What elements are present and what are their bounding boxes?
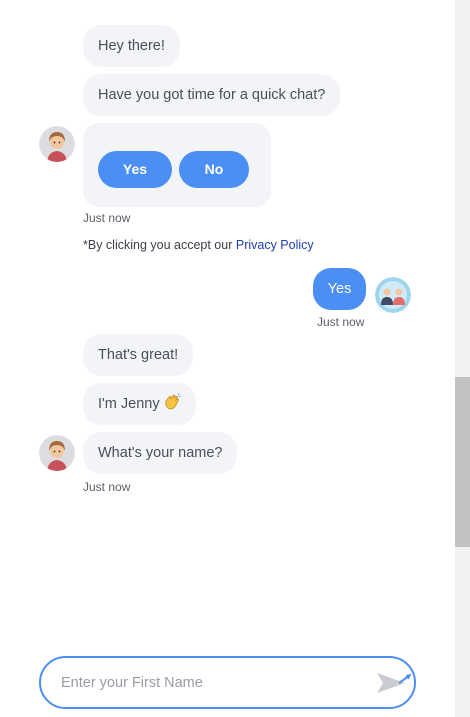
timestamp: Just now	[83, 480, 131, 494]
name-input-container	[39, 656, 416, 709]
send-icon[interactable]	[375, 669, 415, 697]
bot-message: That's great!	[83, 334, 194, 376]
scrollbar-thumb[interactable]	[455, 377, 470, 547]
bot-message: Hey there!	[83, 25, 180, 67]
timestamp: Just now	[317, 315, 365, 329]
user-avatar-icon	[375, 277, 411, 313]
agent-avatar-icon	[39, 126, 75, 162]
privacy-prefix: *By clicking you accept our	[83, 238, 236, 252]
quick-reply-card: Yes No	[83, 123, 271, 207]
no-button[interactable]: No	[179, 151, 249, 188]
bot-message-text: I'm Jenny	[98, 396, 160, 412]
user-message: Yes	[313, 268, 366, 310]
timestamp: Just now	[83, 211, 131, 225]
privacy-notice: *By clicking you accept our Privacy Poli…	[83, 238, 314, 252]
bot-message-with-emoji: I'm Jenny	[83, 383, 196, 425]
yes-button[interactable]: Yes	[98, 151, 172, 188]
bot-message: Have you got time for a quick chat?	[83, 74, 341, 116]
scrollbar-track[interactable]	[455, 0, 470, 717]
bot-message: What's your name?	[83, 432, 238, 474]
privacy-policy-link[interactable]: Privacy Policy	[236, 238, 314, 252]
first-name-input[interactable]	[61, 658, 361, 707]
waving-hand-icon	[163, 386, 181, 428]
agent-avatar-icon	[39, 435, 75, 471]
